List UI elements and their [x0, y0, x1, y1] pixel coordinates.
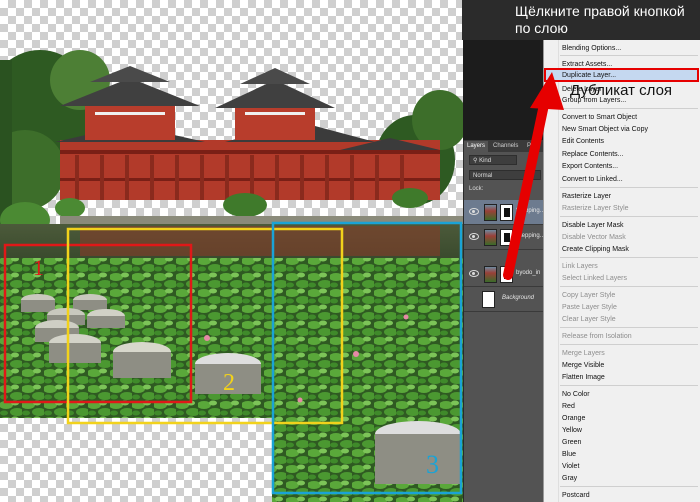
instruction-line-1: Щёлкните правой кнопкой — [515, 3, 685, 19]
visibility-eye-icon[interactable] — [469, 233, 479, 240]
layer-filter-select[interactable]: ⚲ Kind — [469, 155, 517, 165]
layer-name: Stepping… — [516, 233, 546, 239]
menu-gutter-line — [558, 40, 559, 502]
menu-item-link-layers: Link Layers — [562, 263, 598, 270]
layer-name: Stepping… — [516, 208, 546, 214]
layer-thumbnail — [484, 266, 497, 283]
menu-item-rasterize-layer[interactable]: Rasterize Layer — [562, 192, 611, 201]
layers-panel: Layers Channels Pa ⚲ Kind Normal Lock: S… — [463, 140, 546, 502]
layer-row-background[interactable]: Background — [464, 287, 544, 312]
layer-context-menu: Blending Options... Extract Assets... Du… — [543, 40, 700, 502]
menu-item-convert-to-linked[interactable]: Convert to Linked... — [562, 175, 623, 184]
menu-item-new-smart-object-copy[interactable]: New Smart Object via Copy — [562, 125, 648, 134]
menu-separator — [560, 108, 698, 109]
blend-mode-select[interactable]: Normal — [469, 170, 541, 180]
layer-filter-label: Kind — [479, 158, 492, 164]
tab-channels[interactable]: Channels — [490, 141, 521, 152]
layer-mask-thumbnail[interactable] — [500, 266, 513, 283]
layer-row-stepping-2[interactable]: Stepping… — [464, 225, 546, 250]
menu-item-green[interactable]: Green — [562, 438, 581, 447]
menu-separator — [560, 327, 698, 328]
menu-item-disable-layer-mask[interactable]: Disable Layer Mask — [562, 221, 623, 230]
menu-item-export-contents[interactable]: Export Contents... — [562, 162, 618, 171]
menu-item-convert-smart-object[interactable]: Convert to Smart Object — [562, 113, 637, 122]
menu-item-no-color[interactable]: No Color — [562, 390, 590, 399]
visibility-eye-icon[interactable] — [469, 270, 479, 277]
menu-separator — [560, 385, 698, 386]
menu-separator — [560, 216, 698, 217]
menu-item-rasterize-layer-style: Rasterize Layer Style — [562, 205, 629, 212]
layer-mask-thumbnail[interactable] — [500, 229, 513, 246]
temple — [55, 66, 440, 200]
menu-item-copy-layer-style: Copy Layer Style — [562, 292, 616, 299]
tab-layers[interactable]: Layers — [464, 141, 489, 152]
menu-item-red[interactable]: Red — [562, 402, 575, 411]
tab-paths[interactable]: Pa — [524, 141, 537, 152]
menu-item-duplicate-layer[interactable]: Duplicate Layer... — [562, 71, 616, 80]
menu-item-merge-visible[interactable]: Merge Visible — [562, 361, 604, 370]
menu-item-disable-vector-mask: Disable Vector Mask — [562, 234, 626, 241]
menu-item-orange[interactable]: Orange — [562, 414, 585, 423]
region-1-label: 1 — [33, 255, 44, 280]
region-3-label: 3 — [426, 450, 439, 479]
menu-item-extract-assets[interactable]: Extract Assets... — [562, 60, 612, 69]
menu-item-blue[interactable]: Blue — [562, 450, 576, 459]
menu-item-create-clipping-mask[interactable]: Create Clipping Mask — [562, 245, 629, 254]
menu-separator — [560, 55, 698, 56]
menu-separator — [560, 486, 698, 487]
visibility-eye-icon[interactable] — [469, 208, 479, 215]
layer-mask-thumbnail[interactable] — [500, 204, 513, 221]
menu-item-violet[interactable]: Violet — [562, 462, 579, 471]
menu-item-blending-options[interactable]: Blending Options... — [562, 44, 621, 53]
menu-item-merge-layers: Merge Layers — [562, 350, 605, 357]
menu-item-select-linked-layers: Select Linked Layers — [562, 275, 627, 282]
layer-row-byodo[interactable]: byodo_in — [464, 262, 544, 287]
menu-item-edit-contents[interactable]: Edit Contents — [562, 137, 604, 146]
menu-separator — [560, 187, 698, 188]
menu-item-clear-layer-style: Clear Layer Style — [562, 316, 616, 323]
menu-item-paste-layer-style: Paste Layer Style — [562, 304, 617, 311]
instruction-line-2: по слою — [515, 20, 568, 36]
layer-name: byodo_in — [516, 270, 541, 276]
lock-label: Lock: — [469, 186, 484, 192]
menu-item-gray[interactable]: Gray — [562, 474, 577, 483]
region-2-label: 2 — [223, 370, 235, 396]
menu-item-flatten-image[interactable]: Flatten Image — [562, 373, 605, 382]
layers-panel-tabs: Layers Channels Pa — [464, 140, 544, 152]
menu-item-replace-contents[interactable]: Replace Contents... — [562, 150, 623, 159]
menu-item-yellow[interactable]: Yellow — [562, 426, 582, 435]
layer-thumbnail — [482, 291, 495, 308]
menu-separator — [560, 344, 698, 345]
duplicate-layer-caption: Дубликат слоя — [570, 82, 673, 99]
layer-thumbnail — [484, 204, 497, 221]
layer-thumbnail — [484, 229, 497, 246]
menu-item-postcard[interactable]: Postcard — [562, 491, 590, 500]
search-icon: ⚲ — [473, 158, 478, 164]
layer-name: Background — [502, 295, 535, 301]
layer-row-stepping-1[interactable]: Stepping… — [464, 200, 546, 225]
menu-separator — [560, 286, 698, 287]
menu-item-release-from-isolation: Release from Isolation — [562, 333, 632, 340]
canvas-photo — [0, 50, 463, 502]
instruction-text: Щёлкните правой кнопкой по слою — [515, 3, 695, 37]
menu-separator — [560, 257, 698, 258]
